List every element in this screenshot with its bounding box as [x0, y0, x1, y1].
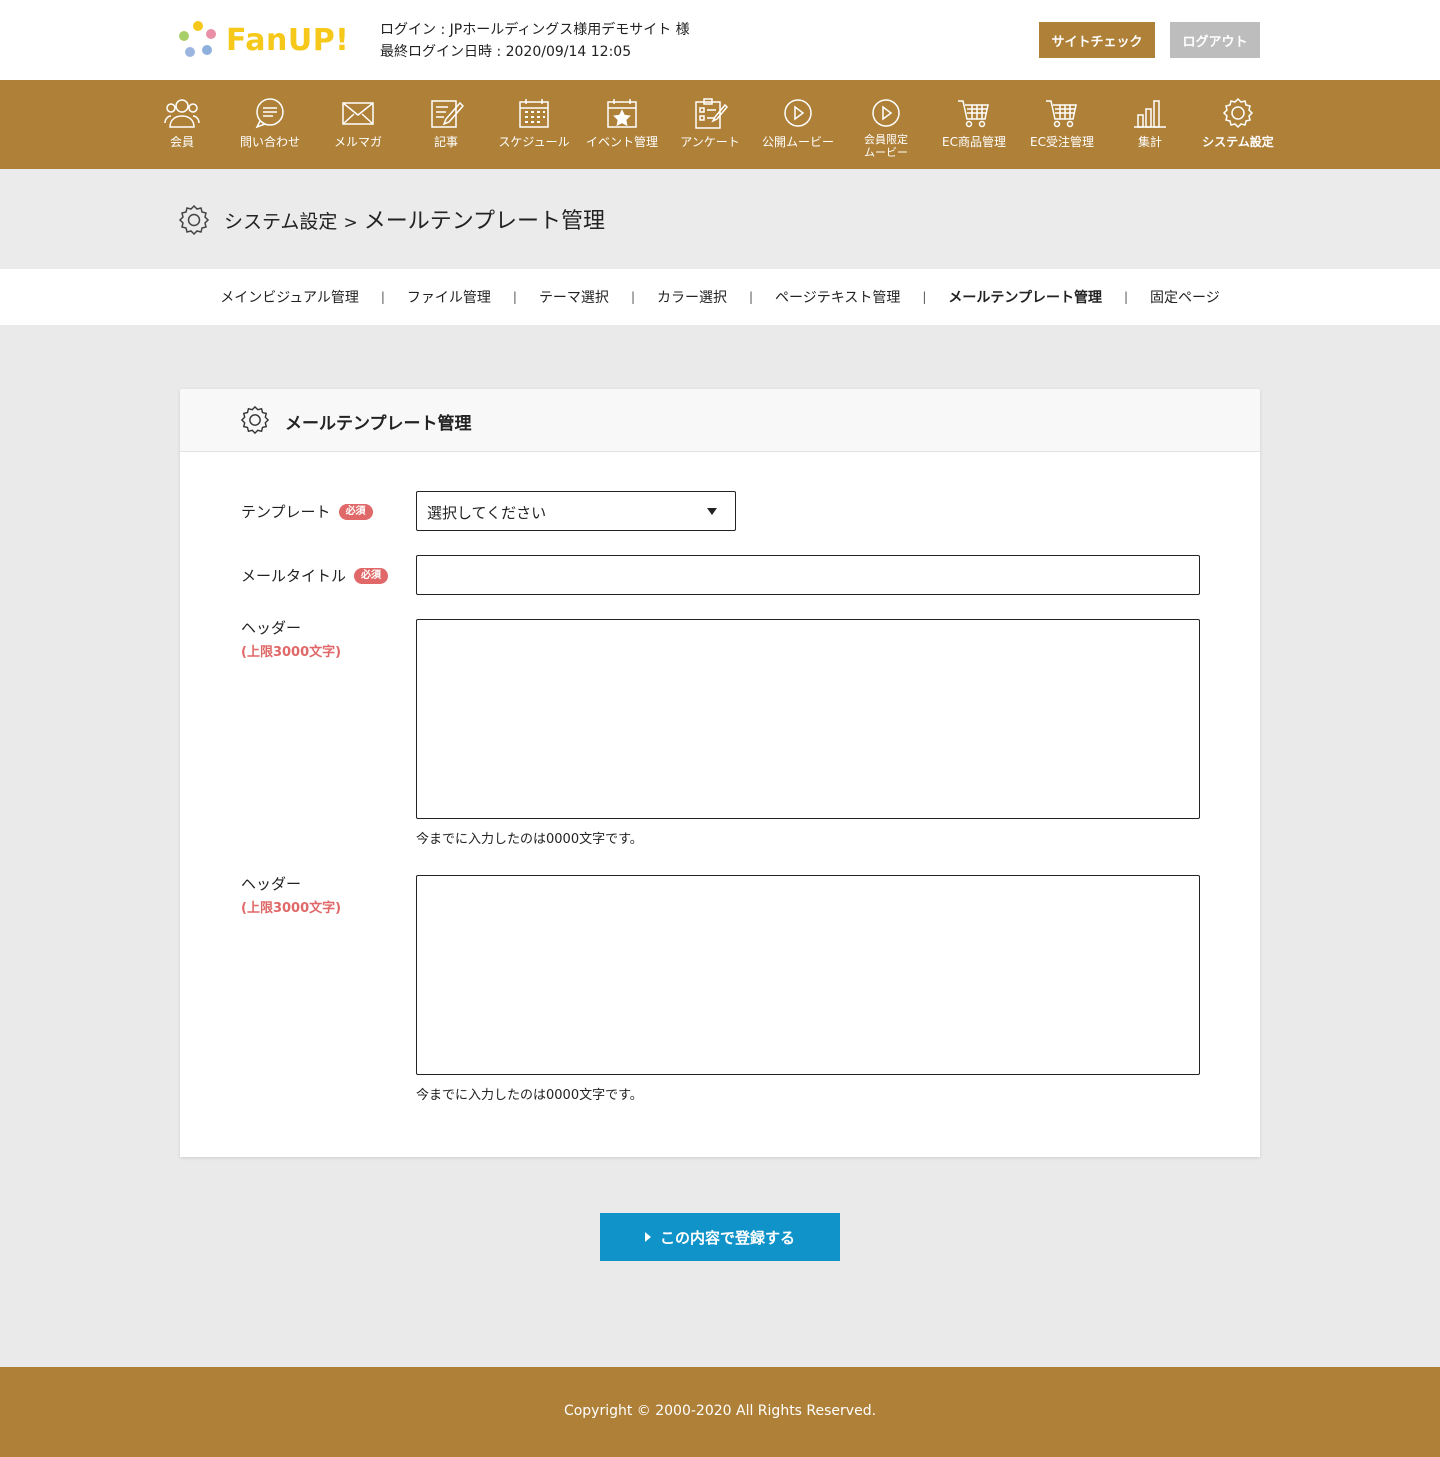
- nav-item-article[interactable]: 記事: [402, 80, 490, 169]
- mail-template-card: メールテンプレート管理 テンプレート 必須 選択してください メールタイトル 必…: [180, 389, 1260, 1157]
- subnav-item-theme[interactable]: テーマ選択: [517, 287, 631, 307]
- gear-icon: [240, 405, 270, 435]
- bar-chart-icon: [1134, 100, 1166, 128]
- header2-label: ヘッダー: [241, 875, 302, 893]
- copyright-text: Copyright © 2000-2020 All Rights Reserve…: [563, 1403, 877, 1419]
- nav-item-member-movie[interactable]: 会員限定 ムービー: [842, 80, 930, 169]
- event-icon: [607, 99, 637, 128]
- breadcrumb-parent[interactable]: システム設定: [224, 211, 337, 233]
- register-submit-button[interactable]: この内容で登録する: [600, 1213, 840, 1261]
- sub-nav: メインビジュアル管理 | ファイル管理 | テーマ選択 | カラー選択 | ペー…: [0, 269, 1440, 325]
- top-header: FanUP! ログイン : JPホールディングス様用デモサイト 様 最終ログイン…: [0, 0, 1440, 80]
- nav-label: システム設定: [1202, 135, 1274, 149]
- mail-title-input[interactable]: [416, 555, 1200, 595]
- nav-label: 会員限定 ムービー: [864, 133, 908, 159]
- subnav-item-fixed-page[interactable]: 固定ページ: [1128, 287, 1242, 307]
- mail-title-label: メールタイトル 必須: [241, 565, 389, 586]
- nav-label: 集計: [1137, 135, 1162, 149]
- subnav-item-page-text[interactable]: ページテキスト管理: [753, 287, 922, 307]
- nav-label: 公開ムービー: [761, 135, 834, 149]
- nav-item-mailmag[interactable]: メルマガ: [314, 80, 402, 169]
- header1-limit: (上限3000文字): [241, 645, 342, 660]
- nav-label: 問い合わせ: [239, 135, 300, 149]
- nav-item-schedule[interactable]: スケジュール: [490, 80, 578, 169]
- footer: Copyright © 2000-2020 All Rights Reserve…: [0, 1367, 1440, 1457]
- logout-button[interactable]: ログアウト: [1170, 22, 1260, 58]
- subnav-item-mail-template[interactable]: メールテンプレート管理: [926, 287, 1124, 307]
- page-title: システム設定 > メールテンプレート管理: [224, 203, 605, 235]
- login-info: ログイン : JPホールディングス様用デモサイト 様 最終ログイン日時 : 20…: [380, 19, 690, 63]
- nav-label: スケジュール: [498, 135, 570, 149]
- chat-icon: [255, 98, 284, 129]
- gear-icon: [1222, 97, 1254, 129]
- header1-label: ヘッダー: [241, 619, 302, 637]
- nav-item-ec-product[interactable]: EC商品管理: [930, 80, 1018, 169]
- template-label-text: テンプレート: [241, 503, 331, 521]
- subnav-item-file[interactable]: ファイル管理: [385, 287, 513, 307]
- submit-label: この内容で登録する: [659, 1229, 795, 1247]
- sub-nav-list: メインビジュアル管理 | ファイル管理 | テーマ選択 | カラー選択 | ペー…: [0, 269, 1440, 325]
- nav-label: 記事: [433, 135, 458, 149]
- header2-textarea[interactable]: [416, 875, 1200, 1075]
- template-select-value: 選択してください: [427, 504, 547, 522]
- subnav-item-main-visual[interactable]: メインビジュアル管理: [198, 287, 381, 307]
- breadcrumb-current: メールテンプレート管理: [363, 209, 606, 234]
- nav-label: メルマガ: [333, 135, 382, 149]
- page-title-band: システム設定 > メールテンプレート管理: [0, 169, 1440, 269]
- members-icon: [164, 99, 200, 128]
- calendar-icon: [519, 99, 549, 128]
- template-label: テンプレート 必須: [241, 501, 373, 522]
- main-nav: 会員 問い合わせ メルマガ 記事 スケジュール イベント管理 アンケート 公開ム…: [0, 80, 1440, 169]
- header2-limit: (上限3000文字): [241, 901, 342, 916]
- logo-mark-icon: [178, 20, 218, 60]
- nav-item-system-settings[interactable]: システム設定: [1194, 80, 1282, 169]
- login-user: ログイン : JPホールディングス様用デモサイト 様: [380, 22, 690, 38]
- nav-item-inquiry[interactable]: 問い合わせ: [226, 80, 314, 169]
- template-select[interactable]: 選択してください: [416, 491, 736, 531]
- header1-textarea[interactable]: [416, 619, 1200, 819]
- article-icon: [431, 100, 464, 128]
- fanup-logo[interactable]: FanUP!: [178, 20, 349, 60]
- nav-item-survey[interactable]: アンケート: [666, 80, 754, 169]
- nav-label: 会員: [169, 135, 194, 149]
- card-header: メールテンプレート管理: [180, 389, 1260, 452]
- nav-label: EC商品管理: [942, 135, 1006, 149]
- last-login-time: 最終ログイン日時 : 2020/09/14 12:05: [380, 44, 632, 60]
- header2-char-counter: 今までに入力したのは0000文字です。: [416, 1088, 643, 1103]
- gear-icon: [178, 204, 210, 236]
- nav-item-stats[interactable]: 集計: [1106, 80, 1194, 169]
- header1-char-counter: 今までに入力したのは0000文字です。: [416, 832, 643, 847]
- logo-text: FanUP!: [226, 22, 350, 58]
- caret-down-icon: [707, 508, 717, 515]
- site-check-button[interactable]: サイトチェック: [1039, 22, 1155, 58]
- play-icon: [784, 99, 812, 127]
- mail-icon: [342, 102, 374, 125]
- cart-icon: [1046, 100, 1077, 128]
- required-badge: 必須: [354, 567, 389, 584]
- nav-item-ec-order[interactable]: EC受注管理: [1018, 80, 1106, 169]
- nav-label: アンケート: [680, 135, 740, 149]
- card-title: メールテンプレート管理: [285, 414, 472, 434]
- nav-item-event[interactable]: イベント管理: [578, 80, 666, 169]
- required-badge: 必須: [338, 503, 373, 520]
- nav-label: イベント管理: [585, 135, 658, 149]
- nav-item-members[interactable]: 会員: [138, 80, 226, 169]
- triangle-right-icon: [644, 1232, 651, 1242]
- nav-item-public-movie[interactable]: 公開ムービー: [754, 80, 842, 169]
- breadcrumb-separator: >: [343, 213, 358, 233]
- mail-title-label-text: メールタイトル: [241, 567, 347, 585]
- nav-label: EC受注管理: [1030, 135, 1094, 149]
- play-icon: [872, 99, 900, 127]
- subnav-item-color[interactable]: カラー選択: [635, 287, 749, 307]
- survey-icon: [695, 98, 728, 129]
- cart-icon: [958, 100, 989, 128]
